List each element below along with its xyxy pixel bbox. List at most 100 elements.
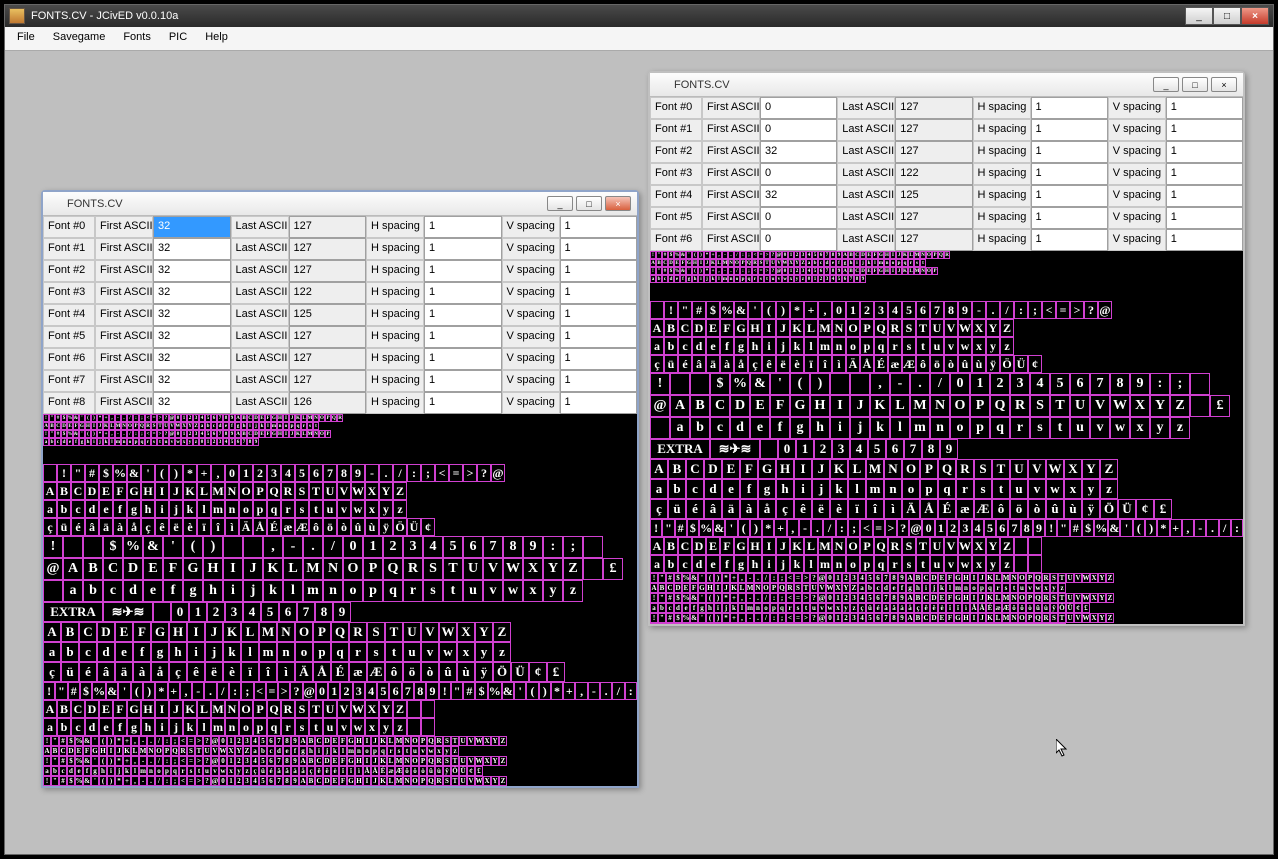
glyph-cell[interactable]: N bbox=[930, 395, 950, 417]
glyph-cell[interactable]: & bbox=[713, 519, 725, 537]
glyph-cell[interactable]: & bbox=[1108, 519, 1120, 537]
glyph-cell[interactable]: B bbox=[690, 395, 710, 417]
glyph-cell[interactable]: m bbox=[211, 718, 225, 736]
glyph-cell[interactable]: P bbox=[1026, 573, 1034, 583]
glyph-cell[interactable]: , bbox=[180, 682, 192, 700]
glyph-cell[interactable]: < bbox=[786, 593, 794, 603]
glyph-cell[interactable]: 7 bbox=[275, 736, 283, 746]
glyph-cell[interactable]: L bbox=[848, 459, 866, 479]
glyph-cell[interactable]: U bbox=[1066, 613, 1074, 623]
last-ascii-input[interactable]: 127 bbox=[289, 216, 367, 238]
glyph-cell[interactable]: Ü bbox=[1066, 603, 1074, 613]
glyph-cell[interactable]: 6 bbox=[874, 613, 882, 623]
minimize-button[interactable]: _ bbox=[1185, 7, 1213, 25]
glyph-cell[interactable]: â bbox=[97, 662, 115, 682]
glyph-cell[interactable]: g bbox=[151, 642, 169, 662]
glyph-cell[interactable]: 5 bbox=[866, 593, 874, 603]
glyph-cell[interactable] bbox=[63, 536, 83, 558]
glyph-cell[interactable]: 4 bbox=[1030, 373, 1050, 395]
glyph-cell[interactable]: f bbox=[83, 766, 91, 776]
glyph-cell[interactable]: R bbox=[1042, 613, 1050, 623]
glyph-cell[interactable]: $ bbox=[67, 776, 75, 786]
glyph-cell[interactable]: q bbox=[267, 718, 281, 736]
glyph-cell[interactable]: A bbox=[299, 776, 307, 786]
glyph-cell[interactable] bbox=[1014, 537, 1028, 555]
glyph-cell[interactable]: S bbox=[902, 319, 916, 337]
glyph-cell[interactable]: B bbox=[664, 319, 678, 337]
glyph-cell[interactable]: Ä bbox=[846, 355, 860, 373]
glyph-cell[interactable]: o bbox=[902, 479, 920, 499]
glyph-cell[interactable]: I bbox=[107, 746, 115, 756]
glyph-cell[interactable]: P bbox=[770, 583, 778, 593]
glyph-cell[interactable]: n bbox=[962, 623, 970, 624]
glyph-cell[interactable]: P bbox=[860, 537, 874, 555]
glyph-cell[interactable]: I bbox=[363, 756, 371, 766]
glyph-cell[interactable]: ç bbox=[307, 766, 315, 776]
glyph-cell[interactable]: 2 bbox=[207, 602, 225, 622]
glyph-cell[interactable]: x bbox=[435, 746, 443, 756]
internal-minimize-button-2[interactable]: _ bbox=[1153, 77, 1179, 92]
glyph-cell[interactable]: û bbox=[1046, 499, 1064, 519]
glyph-cell[interactable]: . bbox=[303, 536, 323, 558]
glyph-cell[interactable]: ! bbox=[43, 536, 63, 558]
glyph-cell[interactable]: J bbox=[115, 746, 123, 756]
glyph-cell[interactable]: > bbox=[463, 464, 477, 482]
glyph-cell[interactable]: v bbox=[1026, 623, 1034, 624]
glyph-cell[interactable]: & bbox=[690, 593, 698, 603]
glyph-cell[interactable]: ; bbox=[171, 736, 179, 746]
glyph-cell[interactable]: > bbox=[1070, 301, 1084, 319]
glyph-cell[interactable]: > bbox=[802, 573, 810, 583]
glyph-cell[interactable]: å bbox=[299, 766, 307, 776]
glyph-cell[interactable]: å bbox=[906, 603, 914, 613]
glyph-cell[interactable]: e bbox=[75, 766, 83, 776]
glyph-cell[interactable]: 8 bbox=[1110, 373, 1130, 395]
glyph-cell[interactable]: x bbox=[1042, 583, 1050, 593]
glyph-cell[interactable]: Æ bbox=[395, 766, 403, 776]
glyph-cell[interactable]: ( bbox=[706, 593, 714, 603]
glyph-cell[interactable]: T bbox=[451, 776, 459, 786]
glyph-cell[interactable]: æ bbox=[387, 766, 395, 776]
glyph-cell[interactable]: b bbox=[690, 417, 710, 439]
glyph-cell[interactable]: Z bbox=[1000, 319, 1014, 337]
glyph-cell[interactable]: ü bbox=[866, 603, 874, 613]
glyph-cell[interactable]: / bbox=[612, 682, 624, 700]
glyph-cell[interactable]: K bbox=[730, 623, 738, 624]
glyph-cell[interactable]: ÿ bbox=[443, 766, 451, 776]
glyph-cell[interactable]: 6 bbox=[916, 301, 930, 319]
glyph-cell[interactable]: i bbox=[794, 479, 812, 499]
glyph-cell[interactable]: y bbox=[986, 555, 1000, 573]
glyph-cell[interactable]: 0 bbox=[778, 439, 796, 459]
glyph-cell[interactable]: , bbox=[263, 536, 283, 558]
glyph-cell[interactable]: Y bbox=[1150, 395, 1170, 417]
glyph-cell[interactable]: ç bbox=[43, 662, 61, 682]
glyph-cell[interactable]: t bbox=[385, 642, 403, 662]
glyph-cell[interactable]: H bbox=[169, 622, 187, 642]
glyph-cell[interactable]: * bbox=[722, 593, 730, 603]
glyph-cell[interactable]: , bbox=[131, 756, 139, 766]
glyph-cell[interactable]: G bbox=[734, 537, 748, 555]
glyph-cell[interactable]: ) bbox=[203, 536, 223, 558]
glyph-cell[interactable]: t bbox=[403, 746, 411, 756]
glyph-cell[interactable]: 6 bbox=[267, 756, 275, 766]
glyph-cell[interactable]: a bbox=[63, 580, 83, 602]
glyph-cell[interactable]: l bbox=[131, 766, 139, 776]
glyph-cell[interactable]: 0 bbox=[316, 682, 328, 700]
glyph-cell[interactable]: 2 bbox=[235, 756, 243, 766]
glyph-cell[interactable]: n bbox=[832, 555, 846, 573]
glyph-cell[interactable]: 3 bbox=[1010, 373, 1030, 395]
glyph-cell[interactable]: W bbox=[439, 622, 457, 642]
glyph-cell[interactable]: * bbox=[762, 519, 774, 537]
glyph-cell[interactable]: r bbox=[888, 555, 902, 573]
glyph-cell[interactable]: % bbox=[699, 519, 713, 537]
glyph-cell[interactable]: b bbox=[83, 580, 103, 602]
glyph-cell[interactable]: T bbox=[916, 537, 930, 555]
glyph-cell[interactable]: q bbox=[379, 746, 387, 756]
glyph-cell[interactable]: E bbox=[706, 319, 720, 337]
glyph-cell[interactable]: ? bbox=[477, 464, 491, 482]
glyph-cell[interactable]: 6 bbox=[1070, 373, 1090, 395]
glyph-cell[interactable]: u bbox=[411, 746, 419, 756]
glyph-cell[interactable]: J bbox=[978, 593, 986, 603]
glyph-cell[interactable]: < bbox=[254, 682, 266, 700]
glyph-cell[interactable] bbox=[407, 700, 421, 718]
glyph-cell[interactable]: Y bbox=[379, 482, 393, 500]
